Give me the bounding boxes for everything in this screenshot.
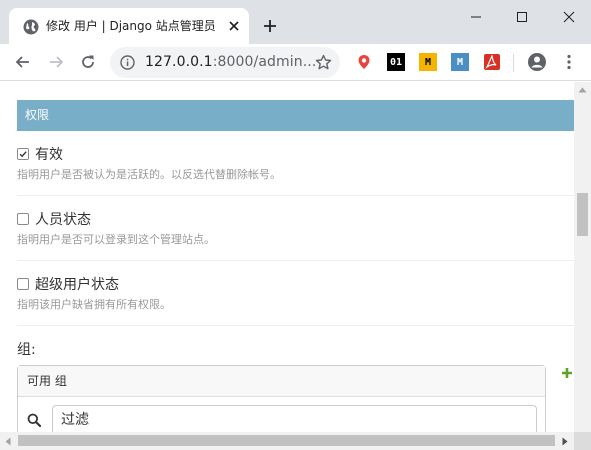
minimize-icon[interactable] [466,8,486,26]
is-staff-help: 指明用户是否可以登录到这个管理站点。 [17,233,215,246]
vertical-scrollbar[interactable] [574,82,591,432]
m-extension-yellow-label: M [424,56,432,68]
back-arrow-icon[interactable] [13,52,33,72]
m-extension-yellow-icon[interactable]: M [419,53,437,71]
address-bar[interactable]: 127.0.0.1:8000/admin... [110,47,340,78]
groups-label: 组: [17,342,36,358]
form-row-is-staff: 人员状态 指明用户是否可以登录到这个管理站点。 [17,196,574,261]
is-superuser-label[interactable]: 超级用户状态 [35,274,119,294]
is-active-checkbox[interactable] [17,148,29,160]
is-active-label[interactable]: 有效 [35,144,63,164]
m-extension-blue-label: M [456,56,464,68]
form-row-is-superuser: 超级用户状态 指明该用户缺省拥有所有权限。 [17,261,574,326]
browser-tab[interactable]: 修改 用户 | Django 站点管理员 [9,8,249,44]
form-row-is-active: 有效 指明用户是否被认为是活跃的。以反选代替删除帐号。 [17,131,574,196]
horizontal-scroll-thumb[interactable] [18,435,555,446]
add-group-plus-icon[interactable] [561,367,573,379]
available-groups-title: 可用 组 [18,366,545,397]
01-extension-label: 01 [389,56,403,68]
tab-title: 修改 用户 | Django 站点管理员 [46,19,216,33]
scroll-right-arrow-icon[interactable] [562,437,568,446]
toolbar-separator [513,54,514,72]
maximize-icon[interactable] [512,8,532,26]
site-info-icon[interactable] [120,55,135,70]
bookmark-star-icon[interactable] [315,54,332,71]
vertical-scroll-thumb[interactable] [577,193,588,236]
account-circle-icon[interactable] [527,52,547,72]
groups-filter-input[interactable]: 过滤 [52,405,537,432]
url-path: :8000/admin... [212,54,317,70]
page-viewport: 权限 有效 指明用户是否被认为是活跃的。以反选代替删除帐号。 人员状态 指明用户… [0,82,574,432]
globe-icon [23,19,39,35]
permissions-fieldset-header: 权限 [17,100,574,131]
location-pin-icon[interactable] [355,53,373,71]
scrollbar-corner [574,432,591,450]
tab-close-icon[interactable] [227,19,241,33]
acrobat-pdf-icon[interactable] [483,53,501,71]
more-vert-icon[interactable] [562,53,576,71]
search-icon [27,413,41,427]
browser-tab-strip: 修改 用户 | Django 站点管理员 [0,0,591,44]
scroll-up-arrow-icon[interactable] [578,87,587,93]
url-host: 127.0.0.1 [145,54,213,70]
is-superuser-checkbox[interactable] [17,278,29,290]
new-tab-plus-icon[interactable] [262,18,278,34]
browser-toolbar: 127.0.0.1:8000/admin... 01 M M [0,44,591,81]
window-close-icon[interactable] [559,8,579,26]
reload-icon[interactable] [78,52,98,72]
is-active-help: 指明用户是否被认为是活跃的。以反选代替删除帐号。 [17,168,281,181]
01-extension-icon[interactable]: 01 [387,53,405,71]
m-extension-blue-icon[interactable]: M [451,53,469,71]
url-text: 127.0.0.1:8000/admin... [145,54,316,71]
is-staff-checkbox[interactable] [17,213,29,225]
scroll-left-arrow-icon[interactable] [5,437,11,446]
available-groups-selector: 可用 组 过滤 [17,365,546,432]
is-staff-label[interactable]: 人员状态 [35,209,91,229]
horizontal-scrollbar[interactable] [0,432,574,450]
forward-arrow-icon[interactable] [46,52,66,72]
is-superuser-help: 指明该用户缺省拥有所有权限。 [17,298,171,311]
